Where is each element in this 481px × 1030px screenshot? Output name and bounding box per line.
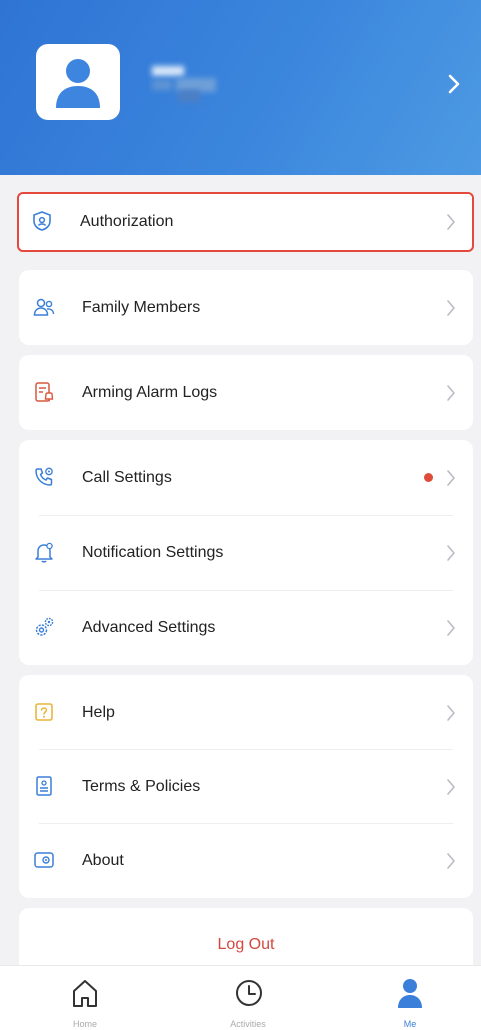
menu-item-terms-policies[interactable]: Terms & Policies — [19, 749, 473, 824]
notification-badge — [424, 473, 433, 482]
chevron-right-icon — [447, 853, 455, 869]
menu-item-family-members[interactable]: Family Members — [19, 270, 473, 345]
clock-icon — [236, 980, 262, 1006]
tab-label: Me — [403, 1019, 417, 1029]
menu-card-settings: Call Settings Notification Settings Adva… — [19, 440, 473, 665]
menu-item-advanced-settings[interactable]: Advanced Settings — [19, 590, 473, 665]
user-name-redacted — [148, 62, 228, 104]
menu-item-authorization[interactable]: Authorization — [17, 192, 474, 252]
menu-item-notification-settings[interactable]: Notification Settings — [19, 515, 473, 590]
help-icon — [35, 703, 53, 721]
menu-item-arming-alarm-logs[interactable]: Arming Alarm Logs — [19, 355, 473, 430]
logout-label: Log Out — [217, 936, 275, 953]
chevron-right-icon — [447, 470, 455, 486]
menu-item-help[interactable]: Help — [19, 675, 473, 750]
home-icon — [73, 980, 97, 1007]
menu-item-label: Family Members — [82, 299, 201, 316]
menu-item-label: About — [82, 852, 124, 869]
menu-card-family: Family Members — [19, 270, 473, 345]
phone-icon — [35, 467, 53, 486]
menu-item-label: Help — [82, 704, 115, 721]
menu-card-alarm-logs: Arming Alarm Logs — [19, 355, 473, 430]
bottom-tab-bar: Home Activities Me — [0, 965, 481, 1030]
menu-item-about[interactable]: About — [19, 823, 473, 898]
menu-item-label: Advanced Settings — [82, 619, 216, 636]
chevron-right-icon — [447, 385, 455, 401]
chevron-right-icon — [447, 705, 455, 721]
chevron-right-icon — [447, 300, 455, 316]
chevron-right-icon — [447, 620, 455, 636]
menu-card-help: Help Terms & Policies About — [19, 675, 473, 898]
chevron-right-icon — [447, 779, 455, 795]
info-card-icon — [34, 852, 54, 868]
document-icon — [36, 776, 52, 796]
avatar — [36, 44, 120, 120]
profile-header[interactable] — [0, 0, 481, 175]
chevron-right-icon[interactable] — [444, 70, 464, 98]
tab-me[interactable]: Me — [370, 966, 450, 1030]
person-icon — [398, 979, 422, 1008]
bell-icon — [35, 542, 53, 563]
tab-activities[interactable]: Activities — [208, 966, 288, 1030]
menu-item-label: Call Settings — [82, 469, 172, 486]
menu-item-label: Notification Settings — [82, 544, 224, 561]
user-avatar-icon — [56, 59, 100, 108]
menu-item-call-settings[interactable]: Call Settings — [19, 440, 473, 515]
chevron-right-icon — [447, 214, 455, 230]
people-icon — [33, 298, 55, 316]
menu-item-label: Arming Alarm Logs — [82, 384, 218, 401]
tab-label: Activities — [230, 1019, 266, 1029]
gears-icon — [35, 617, 54, 636]
shield-user-icon — [33, 211, 51, 231]
log-bell-icon — [35, 382, 54, 402]
menu-item-label: Authorization — [80, 213, 174, 230]
tab-label: Home — [72, 1019, 97, 1029]
menu-item-label: Terms & Policies — [82, 778, 201, 795]
chevron-right-icon — [447, 545, 455, 561]
tab-home[interactable]: Home — [45, 966, 125, 1030]
